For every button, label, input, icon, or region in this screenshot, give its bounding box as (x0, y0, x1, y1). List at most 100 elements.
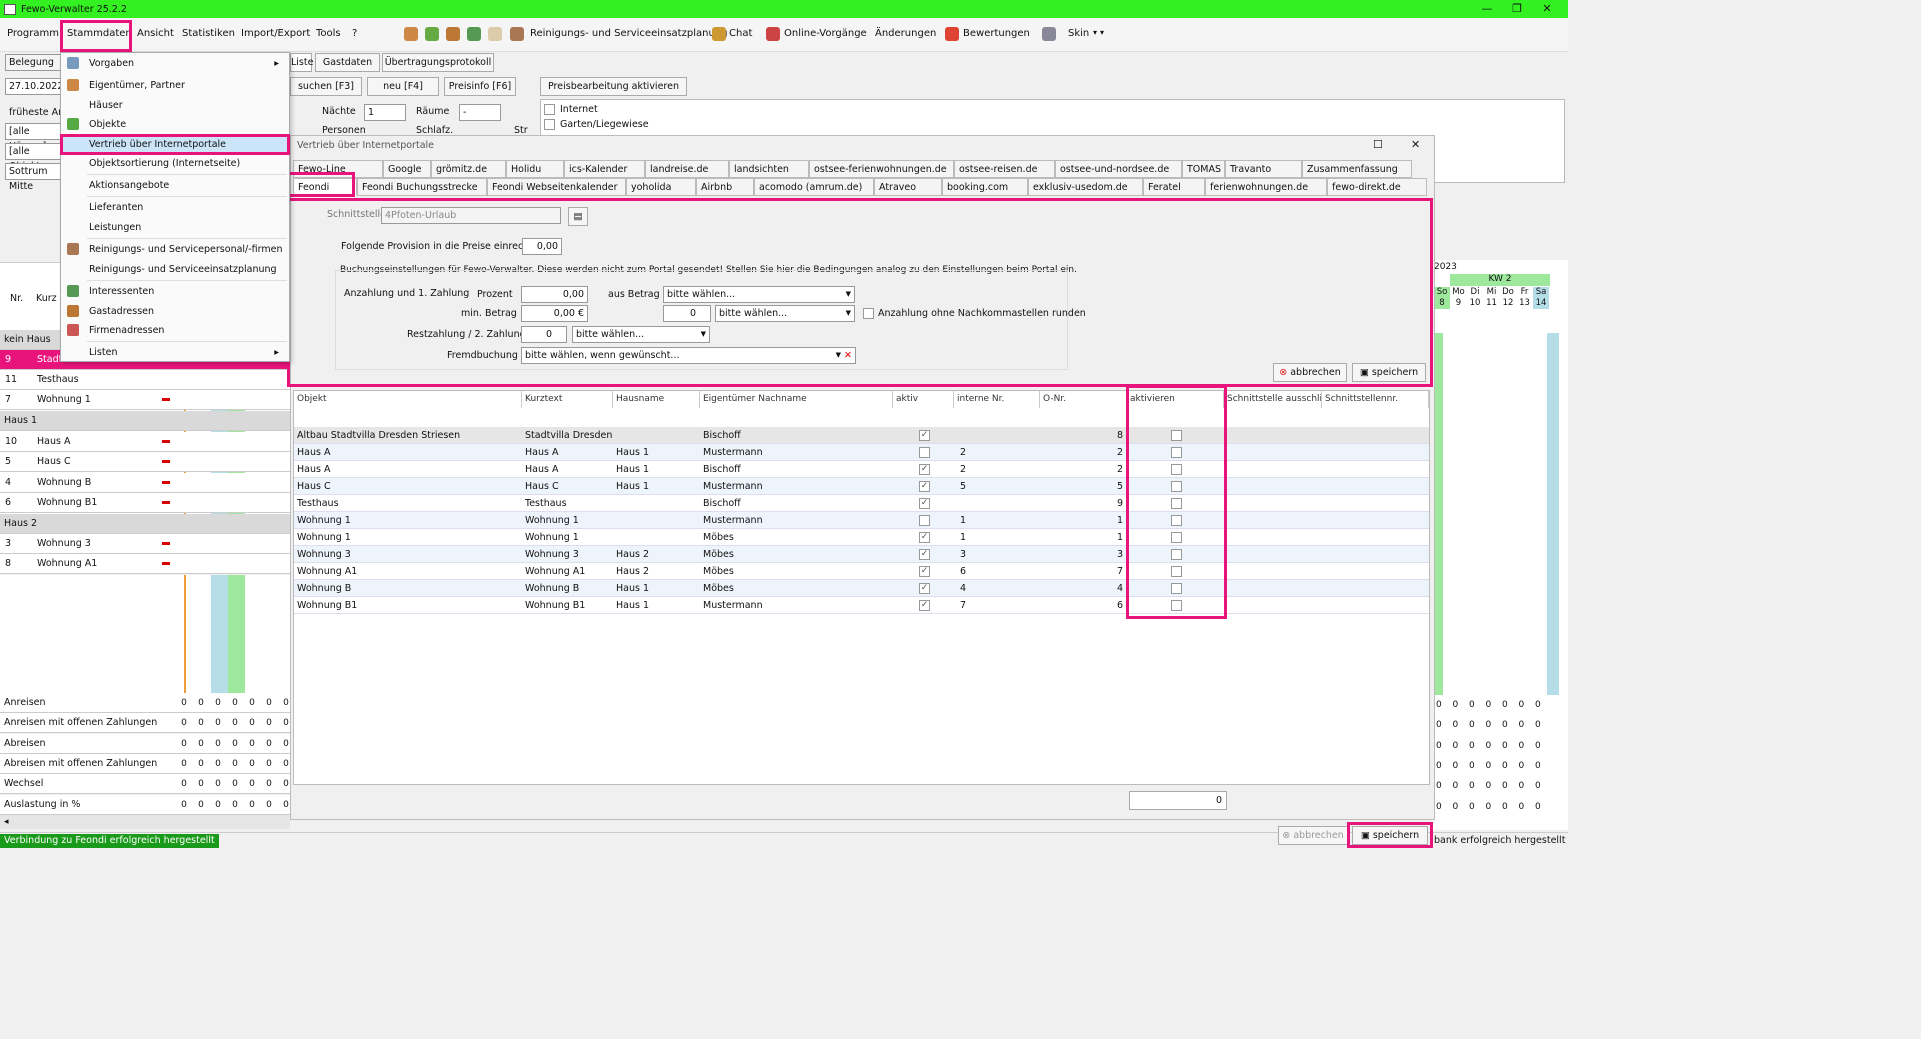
tab-portal[interactable]: booking.com (942, 178, 1028, 196)
liste-tab[interactable]: Liste (290, 53, 313, 72)
user-icon[interactable] (446, 27, 460, 41)
aenderungen-link[interactable]: Änderungen (875, 28, 936, 39)
menu-reinigungspersonal[interactable]: Reinigungs- und Servicepersonal/-firmen (61, 240, 289, 259)
aktivieren-checkbox[interactable] (1171, 600, 1182, 611)
aktivieren-checkbox[interactable] (1171, 583, 1182, 594)
aktivieren-checkbox[interactable] (1171, 447, 1182, 458)
chevron-down-icon[interactable]: ▾ (1093, 28, 1097, 37)
menu-tools[interactable]: Tools (316, 28, 341, 39)
menu-statistiken[interactable]: Statistiken (182, 28, 235, 39)
aktivieren-checkbox[interactable] (1171, 498, 1182, 509)
tab-portal[interactable]: Travanto (1225, 160, 1302, 178)
grid-col-header[interactable]: interne Nr. (954, 391, 1040, 408)
table-row[interactable]: Wohnung 1 Wohnung 1 Mustermann 1 1 (294, 512, 1429, 529)
aktiv-checkbox[interactable]: ✓ (919, 549, 930, 560)
table-row[interactable]: Wohnung 3 Wohnung 3 Haus 2 Möbes ✓ 3 3 (294, 546, 1429, 563)
grid-col-header[interactable]: O-Nr. (1040, 391, 1127, 408)
home-icon[interactable] (425, 27, 439, 41)
tab-portal[interactable]: Feondi Webseitenkalender (487, 178, 626, 196)
aus-betrag-select[interactable]: bitte wählen... ▼ (663, 286, 855, 303)
list-item[interactable]: 8 Wohnung A1 (0, 554, 290, 574)
tab-portal[interactable]: ferienwohnungen.de (1205, 178, 1327, 196)
menu-haeuser[interactable]: Häuser (61, 96, 289, 115)
neu-button[interactable]: neu [F4] (367, 77, 439, 96)
table-row[interactable]: Haus C Haus C Haus 1 Mustermann ✓ 5 5 (294, 478, 1429, 495)
table-row[interactable]: Wohnung B Wohnung B Haus 1 Möbes ✓ 4 4 (294, 580, 1429, 597)
restzahlung-spin[interactable]: 0 (521, 326, 567, 343)
raeume-select[interactable]: - (459, 104, 501, 121)
tab-portal[interactable]: Google (383, 160, 431, 178)
table-row[interactable]: Haus A Haus A Haus 1 Bischoff ✓ 2 2 (294, 461, 1429, 478)
aktivieren-checkbox[interactable] (1171, 464, 1182, 475)
aktiv-checkbox[interactable]: ✓ (919, 532, 930, 543)
tab-portal[interactable]: grömitz.de (431, 160, 506, 178)
bewertungen-link[interactable]: Bewertungen (963, 28, 1030, 39)
internet-checkbox[interactable] (544, 104, 555, 115)
list-item[interactable]: 11 Testhaus (0, 370, 290, 390)
skin-menu[interactable]: Skin (1068, 28, 1089, 39)
gear-icon[interactable] (1042, 27, 1056, 41)
close-icon[interactable]: ✕ (1411, 138, 1420, 151)
menu-eigentuemer[interactable]: Eigentümer, Partner (61, 76, 289, 95)
tab-portal[interactable]: Holidu (506, 160, 564, 178)
clear-icon[interactable]: ✕ (844, 348, 852, 363)
grid-col-header[interactable]: Eigentümer Nachname (700, 391, 893, 408)
aktiv-checkbox[interactable]: ✓ (919, 498, 930, 509)
chat-icon[interactable] (712, 27, 726, 41)
table-row[interactable]: Wohnung A1 Wohnung A1 Haus 2 Möbes ✓ 6 7 (294, 563, 1429, 580)
list-item[interactable]: 10 Haus A (0, 432, 290, 452)
online-vorgaenge-link[interactable]: Online-Vorgänge (784, 28, 867, 39)
reinigung-link[interactable]: Reinigungs- und Serviceeinsatzplanung (530, 28, 727, 39)
preisinfo-button[interactable]: Preisinfo [F6] (444, 77, 516, 96)
tab-portal[interactable]: landsichten (729, 160, 809, 178)
ort-select[interactable]: Sottrum Mitte (5, 163, 61, 192)
aktiv-checkbox[interactable]: ✓ (919, 481, 930, 492)
tab-portal[interactable]: Zusammenfassung (1302, 160, 1412, 178)
runden-checkbox[interactable] (863, 308, 874, 319)
restore-icon[interactable]: ❐ (1502, 0, 1532, 18)
scroll-left-icon[interactable]: ◂ (0, 817, 9, 827)
haeuser-select[interactable]: [alle Häuser] (5, 123, 61, 152)
bottom-speichern-button[interactable]: ▣ speichern (1352, 826, 1428, 845)
grid-col-header[interactable]: Schnittstelle ausschli... (1224, 391, 1322, 408)
cleaning-person-icon[interactable] (510, 27, 524, 41)
menu-gastadressen[interactable]: Gastadressen (61, 302, 289, 321)
table-row[interactable]: Wohnung 1 Wohnung 1 Möbes ✓ 1 1 (294, 529, 1429, 546)
min-betrag-input[interactable]: 0,00 € (521, 305, 588, 322)
table-row[interactable]: Wohnung B1 Wohnung B1 Haus 1 Mustermann ✓ 7 6 (294, 597, 1429, 614)
tab-portal[interactable]: ostsee-ferienwohnungen.de (809, 160, 954, 178)
menu-interessenten[interactable]: Interessenten (61, 282, 289, 301)
clipboard-icon[interactable] (488, 27, 502, 41)
tab-portal[interactable]: landreise.de (645, 160, 729, 178)
list-item[interactable]: 4 Wohnung B (0, 473, 290, 493)
speichern-button[interactable]: ▣ speichern (1352, 363, 1426, 382)
naechte-input[interactable]: 1 (364, 104, 406, 121)
tab-portal[interactable]: yoholida (626, 178, 696, 196)
aktiv-checkbox[interactable]: ✓ (919, 464, 930, 475)
menu-vertrieb[interactable]: Vertrieb über Internetportale (61, 135, 289, 154)
grid-col-header[interactable]: Kurztext (522, 391, 613, 408)
aktiv-checkbox[interactable]: ✓ (919, 583, 930, 594)
table-row[interactable]: Testhaus Testhaus Bischoff ✓ 9 (294, 495, 1429, 512)
aktivieren-checkbox[interactable] (1171, 549, 1182, 560)
aktiv-checkbox[interactable] (919, 515, 930, 526)
list-item[interactable]: 6 Wohnung B1 (0, 493, 290, 513)
aktivieren-checkbox[interactable] (1171, 430, 1182, 441)
schnittstelle-config-icon[interactable]: ▤ (568, 207, 588, 226)
rating-icon[interactable] (945, 27, 959, 41)
menu-firmenadressen[interactable]: Firmenadressen (61, 321, 289, 340)
menu-reinigungsplanung[interactable]: Reinigungs- und Serviceeinsatzplanung (61, 260, 289, 279)
menu-listen[interactable]: Listen ▸ (61, 343, 289, 362)
aktiv-checkbox[interactable] (919, 447, 930, 458)
date-field[interactable]: 27.10.2022 (5, 78, 63, 95)
tab-portal[interactable]: Feondi (293, 178, 357, 196)
objekte-select[interactable]: [alle Objekte (5, 143, 61, 172)
fremdbuchung-select[interactable]: bitte wählen, wenn gewünscht... ▼ ✕ (521, 347, 856, 364)
menu-ansicht[interactable]: Ansicht (137, 28, 174, 39)
chat-link[interactable]: Chat (729, 28, 752, 39)
menu-vorgaben[interactable]: Vorgaben ▸ (61, 54, 289, 73)
menu-programm[interactable]: Programm (7, 28, 59, 39)
menu-leistungen[interactable]: Leistungen (61, 218, 289, 237)
chevron-down-icon[interactable]: ▾ (1100, 28, 1104, 37)
tab-portal[interactable]: Feratel (1143, 178, 1205, 196)
